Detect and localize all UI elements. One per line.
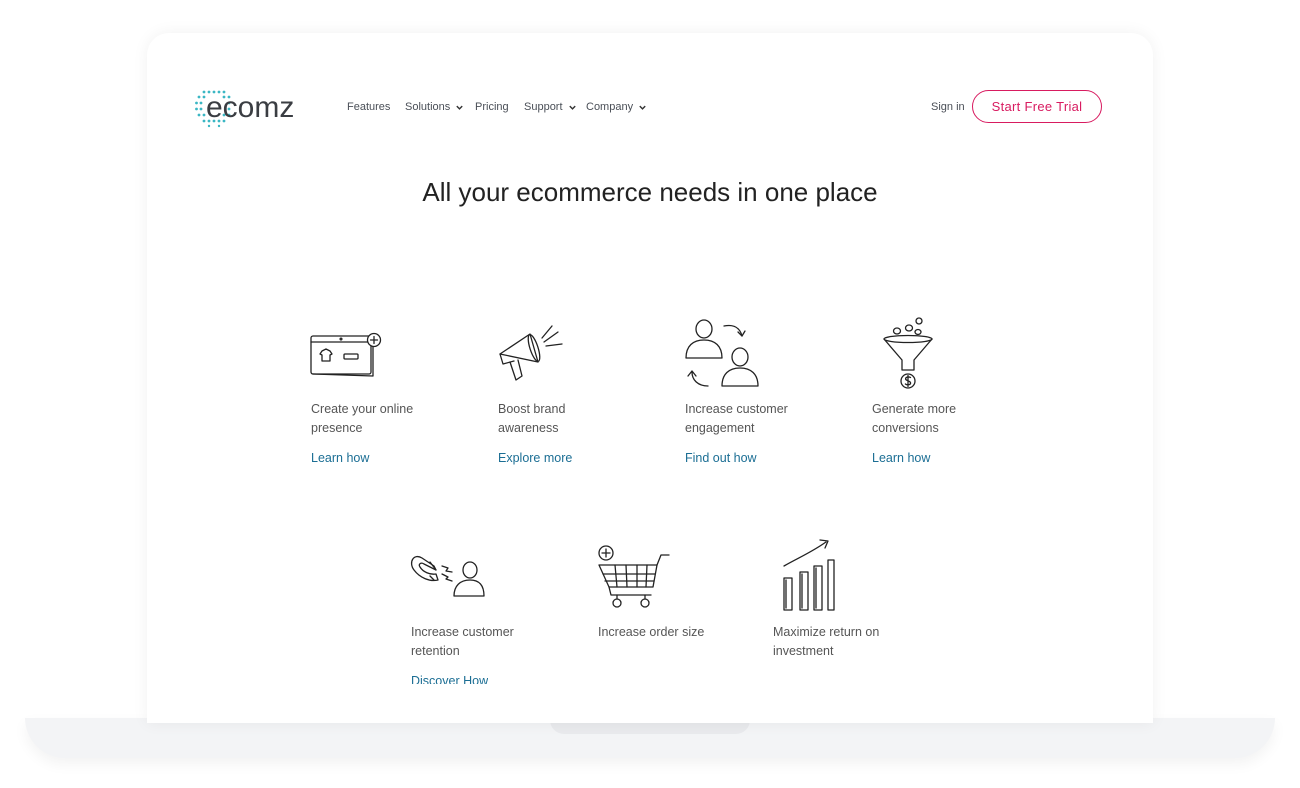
page-title: All your ecommerce needs in one place [422, 177, 878, 207]
feature-label: Maximize return on investment [773, 625, 880, 658]
ecomz-logo[interactable]: ecomz [195, 86, 335, 130]
feature-label: Boost brand awareness [498, 402, 566, 435]
feature-link-learn-how[interactable]: Learn how [311, 451, 369, 465]
start-free-trial-button[interactable]: Start Free Trial [972, 90, 1102, 123]
feature-label: Create your online presence [311, 402, 414, 435]
online-store-icon [310, 330, 384, 383]
nav-features-label: Features [347, 101, 391, 113]
nav-company[interactable]: Company [586, 101, 647, 113]
feature-link-find-out-how[interactable]: Find out how [685, 451, 757, 465]
chevron-down-icon [568, 105, 576, 110]
feature-link-discover-how-label: Discover How [411, 675, 489, 684]
conversion-funnel-icon [882, 316, 934, 397]
nav-solutions-label: Solutions [405, 101, 451, 113]
nav-support-label: Support [524, 101, 563, 113]
feature-link-learn-how[interactable]: Learn how [872, 451, 930, 465]
magnet-customer-icon [408, 550, 486, 605]
feature-link-discover-how[interactable]: Discover How [411, 675, 488, 684]
feature-link-explore-more[interactable]: Explore more [498, 451, 572, 465]
chevron-down-icon [456, 105, 463, 110]
feature-label: Generate more conversions [872, 402, 957, 435]
growth-chart-icon [780, 536, 840, 619]
logo-text: ecomz [206, 91, 294, 124]
nav-solutions[interactable]: Solutions [405, 101, 464, 113]
nav-support[interactable]: Support [524, 101, 577, 113]
chevron-down-icon [639, 105, 646, 110]
customer-engagement-icon [684, 318, 760, 395]
nav-features[interactable]: Features [347, 101, 390, 113]
sign-in-link[interactable]: Sign in [931, 101, 965, 113]
nav-pricing[interactable]: Pricing [475, 101, 509, 113]
feature-label: Increase customer retention [411, 625, 514, 658]
nav-company-label: Company [586, 101, 634, 113]
laptop-screen-frame [147, 33, 1153, 723]
feature-label: Increase customer engagement [685, 402, 788, 435]
nav-pricing-label: Pricing [475, 101, 509, 113]
megaphone-icon [496, 320, 572, 391]
feature-label: Increase order size [598, 625, 705, 639]
shopping-cart-icon [595, 543, 673, 618]
